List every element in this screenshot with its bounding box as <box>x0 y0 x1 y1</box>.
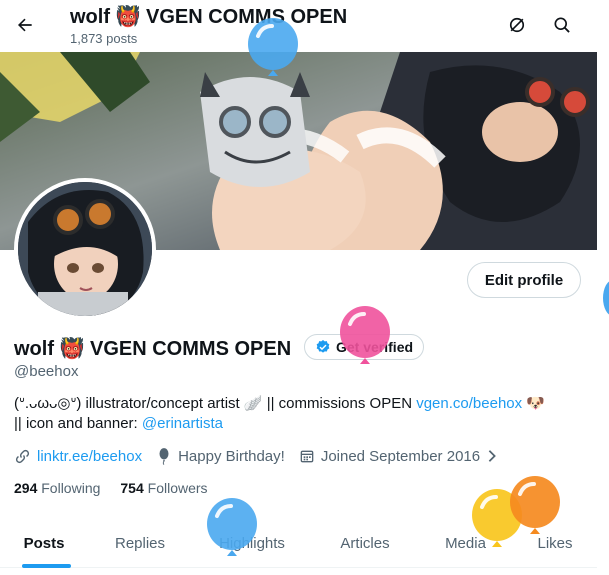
following-label: Following <box>41 480 101 496</box>
profile-header: wolf 👹 VGEN COMMS OPEN 1,873 posts <box>0 0 609 52</box>
balloon-edge-icon <box>603 281 609 315</box>
website-item: linktr.ee/beehox <box>14 448 142 465</box>
slashed-circle-icon <box>509 17 525 33</box>
following-count: 294 <box>14 480 38 496</box>
balloon-icon <box>510 476 560 534</box>
calendar-icon <box>300 450 314 463</box>
tab-label: Posts <box>23 534 65 552</box>
followers-count: 754 <box>120 480 144 496</box>
header-display-name: wolf 👹 VGEN COMMS OPEN <box>70 6 348 28</box>
bio-text-credit: || icon and banner: <box>14 415 142 432</box>
birthday-text: Happy Birthday! <box>178 447 285 465</box>
tab-articles[interactable]: Articles <box>312 518 418 568</box>
follow-counts: 294 Following 754 Followers <box>14 480 208 496</box>
balloon-icon <box>248 18 298 76</box>
joined-text: Joined September 2016 <box>320 447 481 465</box>
joined-item[interactable]: Joined September 2016 <box>299 448 498 465</box>
bio-link-mention[interactable]: @erinartista <box>142 415 223 432</box>
avatar-illustration <box>18 182 152 316</box>
tab-replies[interactable]: Replies <box>88 518 192 568</box>
profile-meta: linktr.ee/beehox Happy Birthday! Joined … <box>14 446 512 466</box>
search-button[interactable] <box>545 8 579 42</box>
verified-badge-icon <box>316 340 330 353</box>
tab-label: Articles <box>340 534 390 552</box>
tab-posts[interactable]: Posts <box>0 518 88 568</box>
birthday-item: Happy Birthday! <box>156 447 285 465</box>
search-icon <box>554 17 570 33</box>
balloon-icon <box>340 306 390 364</box>
active-tab-indicator <box>22 564 71 568</box>
arrow-left-icon <box>18 18 32 32</box>
followers-link[interactable]: 754 Followers <box>120 480 207 496</box>
balloon-icon <box>207 498 257 556</box>
bio-emoji: 🐶 <box>522 395 545 412</box>
bio-text: (ᐡ.ᴗωᴗ◎ᐡ) illustrator/concept artist 🪽 |… <box>14 395 417 412</box>
bio-link-vgen[interactable]: vgen.co/beehox <box>416 395 522 412</box>
back-button[interactable] <box>8 8 42 42</box>
balloon-icon <box>159 448 169 465</box>
tab-label: Replies <box>114 534 166 552</box>
followers-label: Followers <box>147 480 208 496</box>
edit-profile-button[interactable]: Edit profile <box>467 262 581 298</box>
website-link[interactable]: linktr.ee/beehox <box>37 448 142 465</box>
profile-avatar[interactable] <box>14 178 156 320</box>
following-link[interactable]: 294 Following <box>14 480 100 496</box>
profile-display-name: wolf 👹 VGEN COMMS OPEN <box>14 338 292 360</box>
header-post-count: 1,873 posts <box>70 31 138 46</box>
link-icon <box>15 449 30 463</box>
profile-handle: @beehox <box>14 363 79 380</box>
chevron-right-icon <box>488 450 496 462</box>
slashed-circle-button[interactable] <box>500 8 534 42</box>
scrollbar-thumb[interactable] <box>601 278 609 318</box>
profile-bio: (ᐡ.ᴗωᴗ◎ᐡ) illustrator/concept artist 🪽 |… <box>14 394 594 434</box>
